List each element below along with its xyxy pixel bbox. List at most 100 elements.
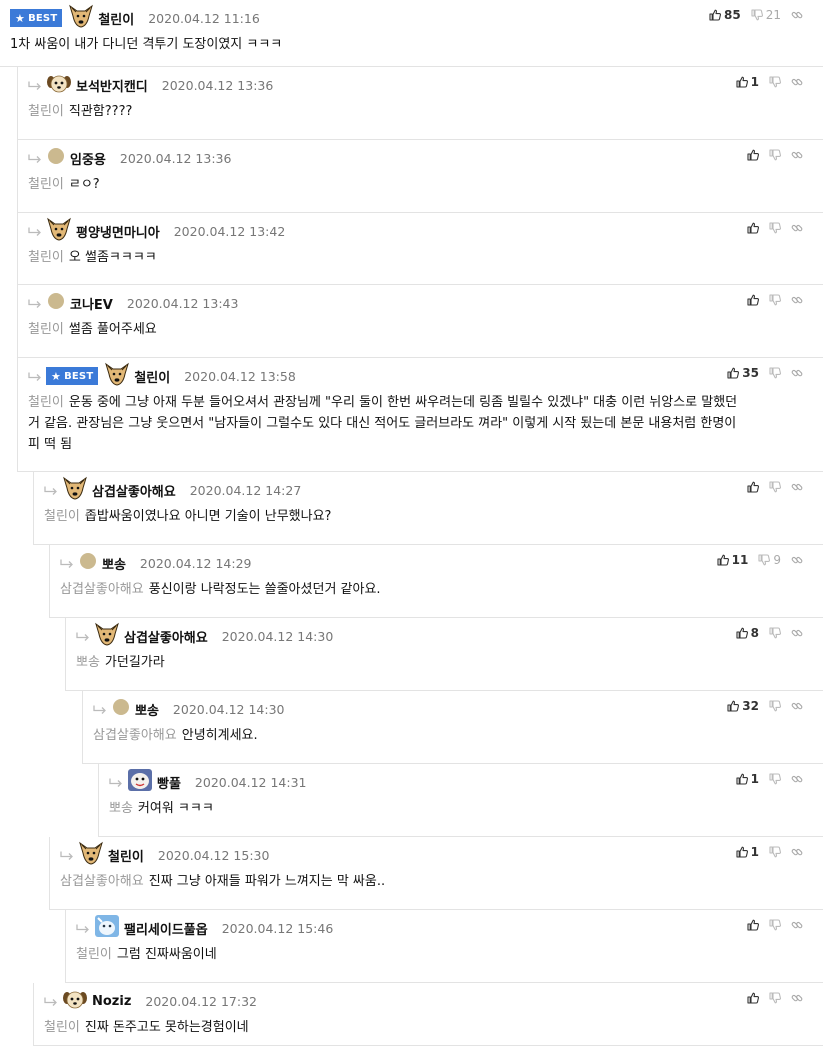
comment-body: 철린이 오 썰좀ㅋㅋㅋㅋ xyxy=(28,247,803,268)
comment-author[interactable]: 코나EV xyxy=(70,294,113,313)
mentioned-user[interactable]: 철린이 xyxy=(76,947,112,962)
thumbs-up-icon xyxy=(747,992,759,1004)
mentioned-user[interactable]: 철린이 xyxy=(28,322,64,337)
dog-avatar[interactable] xyxy=(94,622,120,650)
dislike-button[interactable] xyxy=(769,627,781,639)
reply-arrow-icon xyxy=(28,371,42,381)
mentioned-user[interactable]: 삼겹살좋아해요 xyxy=(60,874,144,889)
dog-avatar[interactable] xyxy=(46,217,72,245)
share-link-button[interactable] xyxy=(791,627,803,639)
share-link-button[interactable] xyxy=(791,919,803,931)
link-icon xyxy=(791,294,803,306)
like-button[interactable]: 11 xyxy=(717,553,748,567)
cartoon-avatar[interactable] xyxy=(127,768,153,796)
mentioned-user[interactable]: 철린이 xyxy=(28,177,64,192)
dislike-button[interactable] xyxy=(769,222,781,234)
mentioned-user[interactable]: 철린이 xyxy=(28,104,64,119)
mentioned-user[interactable]: 뽀송 xyxy=(109,801,133,816)
share-link-button[interactable] xyxy=(791,773,803,785)
like-button[interactable] xyxy=(747,481,759,493)
comment-author[interactable]: 뽀송 xyxy=(102,554,126,573)
comment: 임중용 2020.04.12 13:36 철린이 ㄹㅇ? xyxy=(17,140,823,213)
share-link-button[interactable] xyxy=(791,846,803,858)
default-avatar[interactable] xyxy=(46,291,66,315)
dislike-button[interactable] xyxy=(769,919,781,931)
share-link-button[interactable] xyxy=(791,76,803,88)
mentioned-user[interactable]: 삼겹살좋아해요 xyxy=(60,582,144,597)
dislike-button[interactable]: 9 xyxy=(758,553,781,567)
share-link-button[interactable] xyxy=(791,481,803,493)
comment-text: 1차 싸움이 내가 다니던 격투기 도장이였지 ㅋㅋㅋ xyxy=(10,37,283,52)
comment-author[interactable]: 철린이 xyxy=(98,9,134,28)
link-icon xyxy=(791,222,803,234)
like-button[interactable]: 1 xyxy=(736,75,759,89)
thumbs-down-icon xyxy=(769,846,781,858)
comment-author[interactable]: 보석반지캔디 xyxy=(76,76,148,95)
share-link-button[interactable] xyxy=(791,9,803,21)
dislike-button[interactable] xyxy=(769,481,781,493)
like-button[interactable] xyxy=(747,294,759,306)
share-link-button[interactable] xyxy=(791,294,803,306)
dislike-button[interactable] xyxy=(769,992,781,1004)
mentioned-user[interactable]: 철린이 xyxy=(44,509,80,524)
dog-avatar[interactable] xyxy=(104,362,130,390)
share-link-button[interactable] xyxy=(791,149,803,161)
like-button[interactable] xyxy=(747,992,759,1004)
comment-author[interactable]: 팰리세이드풀옵 xyxy=(124,919,208,938)
like-button[interactable] xyxy=(747,149,759,161)
reply-arrow-icon xyxy=(76,631,90,641)
comment-author[interactable]: 뽀송 xyxy=(135,700,159,719)
default-avatar[interactable] xyxy=(46,146,66,170)
comment-author[interactable]: 삼겹살좋아해요 xyxy=(92,481,176,500)
share-link-button[interactable] xyxy=(791,700,803,712)
puppy-avatar[interactable] xyxy=(46,72,72,98)
default-avatar[interactable] xyxy=(78,551,98,575)
mentioned-user[interactable]: 뽀송 xyxy=(76,655,100,670)
like-count: 1 xyxy=(750,75,759,89)
mentioned-user[interactable]: 철린이 xyxy=(28,250,64,265)
like-button[interactable] xyxy=(747,919,759,931)
dislike-button[interactable] xyxy=(769,700,781,712)
share-link-button[interactable] xyxy=(791,367,803,379)
dislike-button[interactable] xyxy=(769,367,781,379)
like-button[interactable]: 35 xyxy=(727,366,759,380)
mentioned-user[interactable]: 삼겹살좋아해요 xyxy=(93,728,177,743)
dislike-button[interactable] xyxy=(769,149,781,161)
dislike-button[interactable] xyxy=(769,846,781,858)
thumbs-up-icon xyxy=(727,700,740,712)
dislike-button[interactable] xyxy=(769,76,781,88)
comment-author[interactable]: 임중용 xyxy=(70,149,106,168)
like-button[interactable]: 1 xyxy=(736,845,759,859)
default-avatar[interactable] xyxy=(111,697,131,721)
comment-author[interactable]: 평양냉면마니아 xyxy=(76,222,160,241)
mentioned-user[interactable]: 철린이 xyxy=(28,395,64,410)
thumbs-up-icon xyxy=(747,481,759,493)
dog-avatar[interactable] xyxy=(62,476,88,504)
mentioned-user[interactable]: 철린이 xyxy=(44,1020,80,1035)
comment-author[interactable]: 빵풀 xyxy=(157,773,181,792)
comment: 빵풀 2020.04.12 14:31 1 뽀송 커여워 ㅋㅋㅋ xyxy=(98,764,823,837)
comment-text: 진짜 그냥 아재들 파워가 느껴지는 막 싸움.. xyxy=(148,874,386,889)
share-link-button[interactable] xyxy=(791,992,803,1004)
dislike-button[interactable] xyxy=(769,294,781,306)
comment: 팰리세이드풀옵 2020.04.12 15:46 철린이 그럼 진짜싸움이네 xyxy=(65,910,823,983)
like-button[interactable]: 8 xyxy=(736,626,759,640)
comment-author[interactable]: 삼겹살좋아해요 xyxy=(124,627,208,646)
like-button[interactable]: 32 xyxy=(727,699,759,713)
dog-avatar[interactable] xyxy=(68,4,94,32)
blue-avatar[interactable] xyxy=(94,914,120,942)
like-button[interactable] xyxy=(747,222,759,234)
like-button[interactable]: 85 xyxy=(709,8,741,22)
like-button[interactable]: 1 xyxy=(736,772,759,786)
comment-author[interactable]: Noziz xyxy=(92,994,131,1009)
dislike-button[interactable]: 21 xyxy=(751,8,781,22)
puppy-avatar[interactable] xyxy=(62,988,88,1014)
thumbs-up-icon xyxy=(736,773,748,785)
share-link-button[interactable] xyxy=(791,554,803,566)
dog-avatar[interactable] xyxy=(78,841,104,869)
comment-author[interactable]: 철린이 xyxy=(134,367,170,386)
dislike-button[interactable] xyxy=(769,773,781,785)
share-link-button[interactable] xyxy=(791,222,803,234)
reply-arrow-icon xyxy=(44,996,58,1006)
comment-author[interactable]: 철린이 xyxy=(108,846,144,865)
